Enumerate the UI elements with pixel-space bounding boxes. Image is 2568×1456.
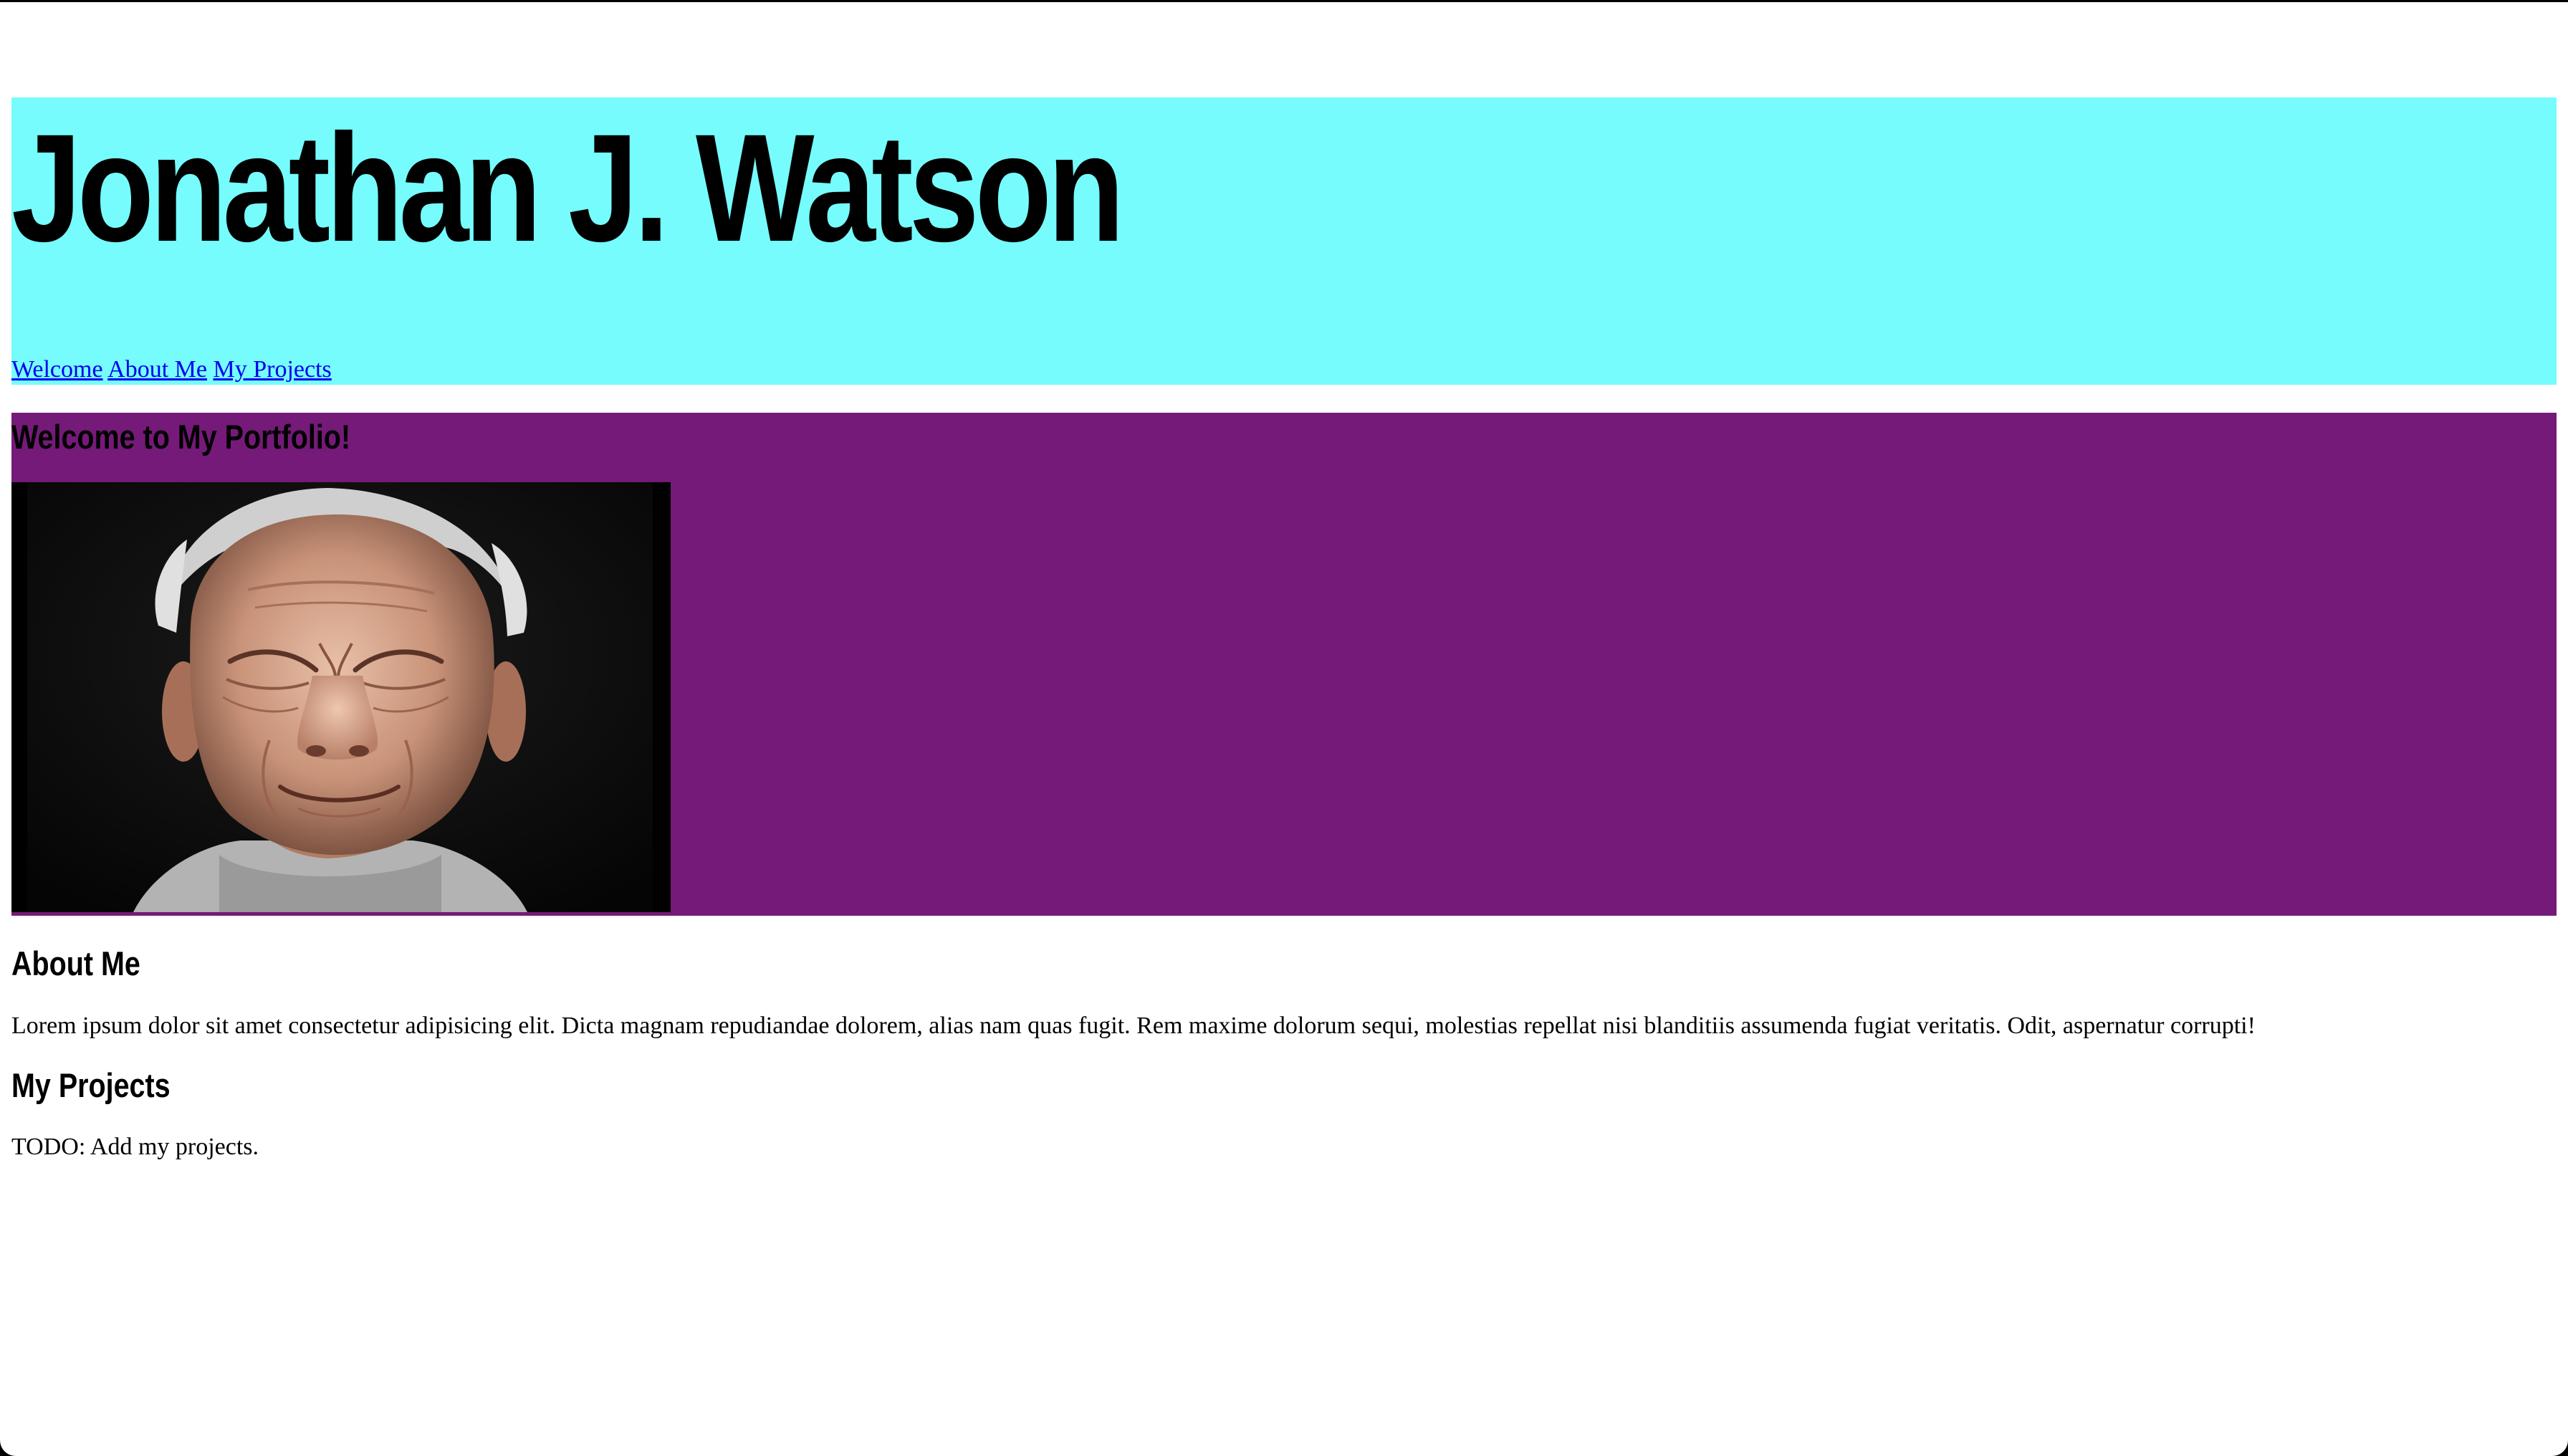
welcome-heading: Welcome to My Portfolio! (11, 418, 351, 456)
site-nav: Welcome About Me My Projects (11, 356, 332, 383)
about-me-heading: About Me (11, 944, 140, 982)
browser-viewport: Jonathan J. Watson Welcome About Me My P… (0, 2, 2568, 1456)
nav-link-welcome[interactable]: Welcome (11, 356, 103, 383)
portrait-photo-icon (11, 482, 671, 912)
nav-link-about-me[interactable]: About Me (107, 356, 207, 383)
about-me-text: Lorem ipsum dolor sit amet consectetur a… (11, 1012, 2256, 1039)
welcome-section: Welcome to My Portfolio! (11, 413, 2557, 916)
my-projects-text: TODO: Add my projects. (11, 1134, 259, 1160)
my-projects-heading: My Projects (11, 1066, 171, 1104)
nav-link-my-projects[interactable]: My Projects (214, 356, 332, 383)
site-title: Jonathan J. Watson (11, 102, 1124, 274)
portrait-photo (11, 482, 671, 912)
site-header: Jonathan J. Watson Welcome About Me My P… (11, 97, 2557, 385)
